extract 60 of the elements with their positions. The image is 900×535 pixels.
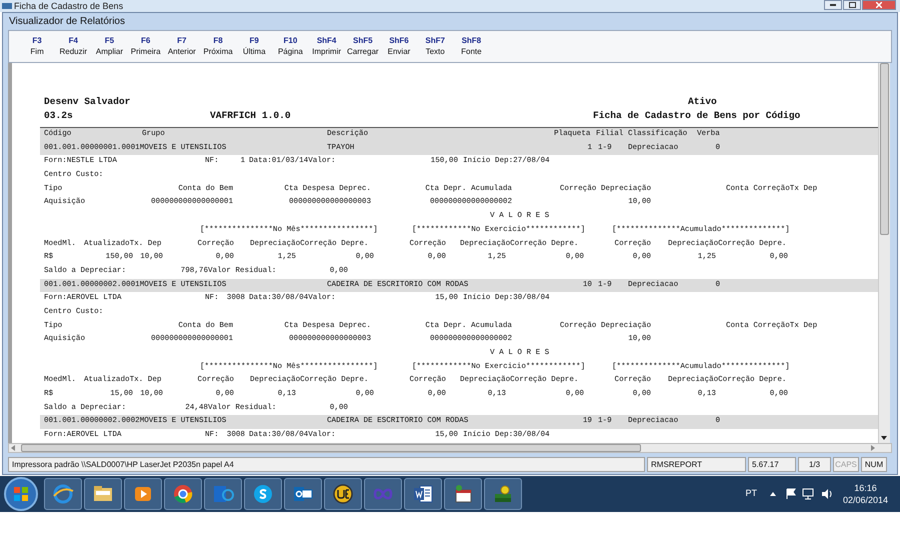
taskbar-button[interactable] bbox=[124, 478, 162, 510]
toolbar-button[interactable]: F5 Ampliar bbox=[91, 32, 128, 60]
toolbar-button[interactable]: F9 Última bbox=[236, 32, 272, 60]
program-name: VAFRFICH 1.0.0 bbox=[210, 111, 292, 121]
toolbar-button[interactable]: ShF5 Carregar bbox=[344, 32, 381, 60]
skype-icon bbox=[251, 482, 275, 506]
report-title: Ficha de Cadastro de Bens por Código bbox=[593, 111, 802, 121]
scrollbar-thumb[interactable] bbox=[21, 444, 641, 452]
taskbar-button[interactable] bbox=[284, 478, 322, 510]
key-indicator: NUM bbox=[861, 457, 887, 472]
chrome-icon bbox=[171, 482, 195, 506]
minimize-button[interactable] bbox=[824, 0, 842, 10]
toolbar-button[interactable]: F10 Página bbox=[272, 32, 308, 60]
toolbar-button[interactable]: ShF6 Enviar bbox=[380, 32, 418, 60]
report-name-status: RMSREPORT bbox=[647, 457, 746, 472]
printer-status: Impressora padrão \\SALD0007\HP LaserJet P2035n papel A4 bbox=[8, 457, 645, 472]
windows-logo-icon bbox=[13, 486, 29, 502]
clock-date[interactable]: 02/06/2014 bbox=[842, 494, 888, 506]
toolbar-button[interactable]: ShF4 Imprimir bbox=[308, 32, 345, 60]
volume-icon[interactable] bbox=[820, 488, 833, 500]
window-icon bbox=[2, 2, 12, 10]
toolbar-button[interactable]: F4 Reduzir bbox=[55, 32, 92, 60]
version-text: 03.2s bbox=[44, 111, 74, 121]
start-button[interactable] bbox=[4, 477, 38, 511]
show-hidden-icons-icon[interactable] bbox=[768, 491, 777, 497]
browser-icon bbox=[51, 482, 75, 506]
clock-time[interactable]: 16:16 bbox=[854, 482, 877, 494]
close-icon bbox=[876, 2, 882, 8]
toolbar-button[interactable]: ShF8 Fonte bbox=[453, 32, 490, 60]
language-indicator[interactable]: PT bbox=[745, 487, 757, 501]
window-title: Visualizador de Relatórios bbox=[9, 15, 125, 29]
vertical-scrollbar[interactable] bbox=[878, 63, 890, 443]
horizontal-scrollbar[interactable] bbox=[8, 443, 892, 453]
taskbar-button[interactable] bbox=[484, 478, 522, 510]
module-name: Ativo bbox=[688, 97, 718, 107]
toolbar-button[interactable]: F8 Próxima bbox=[200, 32, 236, 60]
taskbar-button[interactable] bbox=[444, 478, 482, 510]
toolbar-button[interactable]: F3 Fim bbox=[19, 32, 56, 60]
maximize-icon bbox=[848, 2, 856, 8]
taskbar-button[interactable] bbox=[324, 478, 362, 510]
toolbar-button[interactable]: F6 Primeira bbox=[128, 32, 164, 60]
version-status: 5.67.17 bbox=[748, 457, 796, 472]
network-icon[interactable] bbox=[802, 488, 816, 500]
scrollbar-thumb[interactable] bbox=[880, 63, 889, 235]
toolbar-button[interactable]: F7 Anterior bbox=[164, 32, 200, 60]
editor-app-icon bbox=[331, 482, 355, 506]
close-button[interactable] bbox=[862, 0, 896, 10]
key-indicator: CAPS bbox=[833, 457, 859, 472]
taskbar-button[interactable] bbox=[404, 478, 442, 510]
minimize-icon bbox=[830, 4, 836, 6]
taskbar-button[interactable] bbox=[44, 478, 82, 510]
toolbar-button[interactable]: ShF7 Texto bbox=[417, 32, 454, 60]
company-name: Desenv Salvador bbox=[44, 97, 132, 107]
taskbar-button[interactable] bbox=[84, 478, 122, 510]
flag-icon[interactable] bbox=[784, 488, 797, 500]
maximize-button[interactable] bbox=[843, 0, 861, 10]
outer-window-title: Ficha de Cadastro de Bens bbox=[14, 2, 124, 10]
taskbar-button[interactable] bbox=[244, 478, 282, 510]
taskbar-button[interactable] bbox=[164, 478, 202, 510]
page-status: 1/3 bbox=[798, 457, 831, 472]
